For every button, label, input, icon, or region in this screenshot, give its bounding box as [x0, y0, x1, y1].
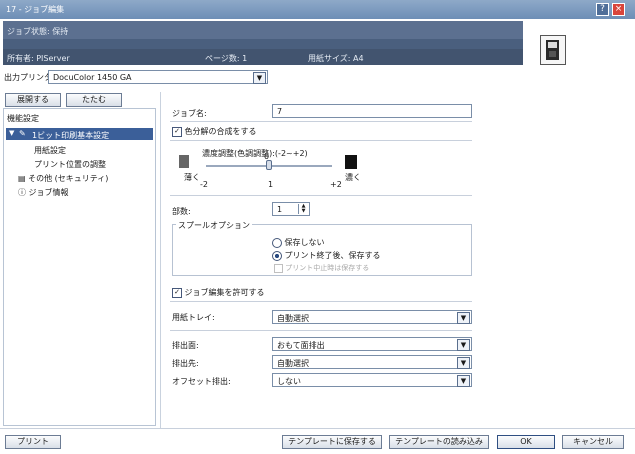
spool-option-label: プリント中止時は保存する [285, 264, 370, 272]
copies-value: 1 [277, 205, 283, 214]
info-icon: ⓘ [18, 188, 26, 197]
spool-option-none[interactable]: 保存しない [272, 237, 325, 248]
job-info-bar: ジョブ状態: 保持 所有者: PIServer ページ数: 1 用紙サイズ: A… [3, 21, 523, 65]
collapse-button[interactable]: たたむ [66, 93, 122, 107]
spinner-arrows-icon[interactable]: ▲ ▼ [298, 204, 308, 214]
offset-label: オフセット排出: [172, 377, 231, 386]
dark-swatch-icon [345, 155, 357, 169]
chevron-down-icon: ▼ [457, 339, 470, 351]
paper-tray-label: 用紙トレイ: [172, 313, 215, 322]
offset-select[interactable]: しない ▼ [272, 373, 472, 387]
tree-item-print-position[interactable]: プリント位置の調整 [34, 159, 106, 170]
chevron-down-icon: ▼ [457, 357, 470, 369]
tree-item-security[interactable]: ▤ その他 (セキュリティ) [18, 173, 108, 184]
density-dark-label: 濃く [345, 173, 361, 182]
copies-label: 部数: [172, 207, 191, 216]
output-side-select[interactable]: おもて面排出 ▼ [272, 337, 472, 351]
cancel-button[interactable]: キャンセル [562, 435, 624, 449]
paper-size-text: 用紙サイズ: A4 [308, 54, 364, 63]
density-tick-min: -2 [200, 180, 208, 189]
density-tick-max: +2 [330, 180, 342, 189]
density-slider-thumb[interactable] [266, 160, 272, 170]
tree-item-function-settings[interactable]: 機能設定 [7, 113, 39, 124]
save-template-button[interactable]: テンプレートに保存する [282, 435, 382, 449]
output-side-value: おもて面排出 [277, 341, 325, 350]
spool-option-label: プリント終了後、保存する [284, 251, 381, 260]
settings-tree: 機能設定 ▼ ✎ 1ビット印刷基本設定 用紙設定 プリント位置の調整 ▤ その他… [3, 108, 156, 426]
owner-text: 所有者: PIServer [7, 54, 70, 63]
settings-icon: ✎ [19, 129, 26, 138]
printer-select[interactable]: DocuColor 1450 GA ▼ [48, 70, 268, 84]
spool-label: スプールオプション [176, 220, 252, 231]
printer-icon [540, 35, 566, 65]
divider [170, 330, 472, 331]
checkbox-box[interactable]: ✓ [172, 126, 182, 137]
output-side-label: 排出面: [172, 341, 199, 350]
checkbox-box[interactable] [274, 263, 283, 273]
color-separation-checkbox[interactable]: ✓ 色分解の合成をする [172, 126, 257, 137]
tree-item-label: 1ビット印刷基本設定 [32, 131, 110, 140]
job-name-label: ジョブ名: [172, 109, 207, 118]
document-icon: ▤ [18, 174, 26, 183]
tree-expand-icon[interactable]: ▼ [9, 129, 14, 137]
output-destination-select[interactable]: 自動選択 ▼ [272, 355, 472, 369]
divider [170, 121, 472, 122]
load-template-button[interactable]: テンプレートの読み込み [389, 435, 489, 449]
density-label: 濃度調整(色調調整):(-2~+2) [202, 149, 308, 158]
tree-item-basic-settings[interactable]: ▼ ✎ 1ビット印刷基本設定 [6, 128, 153, 140]
copies-stepper[interactable]: 1 ▲ ▼ [272, 202, 310, 216]
output-destination-label: 排出先: [172, 359, 199, 368]
window-title: 17 - ジョブ編集 [6, 5, 65, 14]
divider [170, 195, 472, 196]
job-name-value: 7 [277, 107, 283, 116]
paper-tray-select[interactable]: 自動選択 ▼ [272, 310, 472, 324]
radio-button[interactable] [272, 250, 282, 261]
light-swatch-icon [179, 155, 189, 168]
offset-value: しない [277, 377, 301, 386]
expand-button[interactable]: 展開する [5, 93, 61, 107]
tree-item-label: その他 (セキュリティ) [28, 174, 109, 183]
close-button[interactable]: × [612, 3, 625, 16]
spool-option-save-on-cancel[interactable]: プリント中止時は保存する [274, 263, 369, 273]
radio-button[interactable] [272, 237, 282, 248]
title-bar: 17 - ジョブ編集 ? × [0, 0, 635, 19]
divider [170, 140, 472, 141]
divider [170, 301, 472, 302]
ok-button[interactable]: OK [497, 435, 555, 449]
checkbox-box[interactable]: ✓ [172, 287, 182, 298]
tree-item-paper[interactable]: 用紙設定 [34, 145, 66, 156]
tree-item-job-info[interactable]: ⓘ ジョブ情報 [18, 187, 69, 198]
printer-select-value: DocuColor 1450 GA [53, 73, 132, 82]
color-separation-label: 色分解の合成をする [184, 127, 257, 136]
density-tick-mid: 1 [268, 180, 274, 189]
job-edit-label: ジョブ編集を許可する [184, 288, 265, 297]
job-name-input[interactable]: 7 [272, 104, 472, 118]
density-light-label: 薄く [184, 173, 200, 182]
divider [0, 428, 635, 429]
spool-option-save-after[interactable]: プリント終了後、保存する [272, 250, 381, 261]
page-count-text: ページ数: 1 [205, 54, 248, 63]
tree-item-label: ジョブ情報 [28, 188, 69, 197]
print-button[interactable]: プリント [5, 435, 61, 449]
chevron-down-icon: ▼ [253, 72, 266, 84]
density-value: 0 [264, 152, 270, 161]
help-button[interactable]: ? [596, 3, 609, 16]
spool-option-label: 保存しない [284, 238, 325, 247]
job-edit-checkbox[interactable]: ✓ ジョブ編集を許可する [172, 287, 265, 298]
output-destination-value: 自動選択 [277, 359, 309, 368]
paper-tray-value: 自動選択 [277, 314, 309, 323]
job-status-text: ジョブ状態: 保持 [7, 27, 69, 36]
chevron-down-icon: ▼ [457, 375, 470, 387]
chevron-down-icon: ▼ [457, 312, 470, 324]
